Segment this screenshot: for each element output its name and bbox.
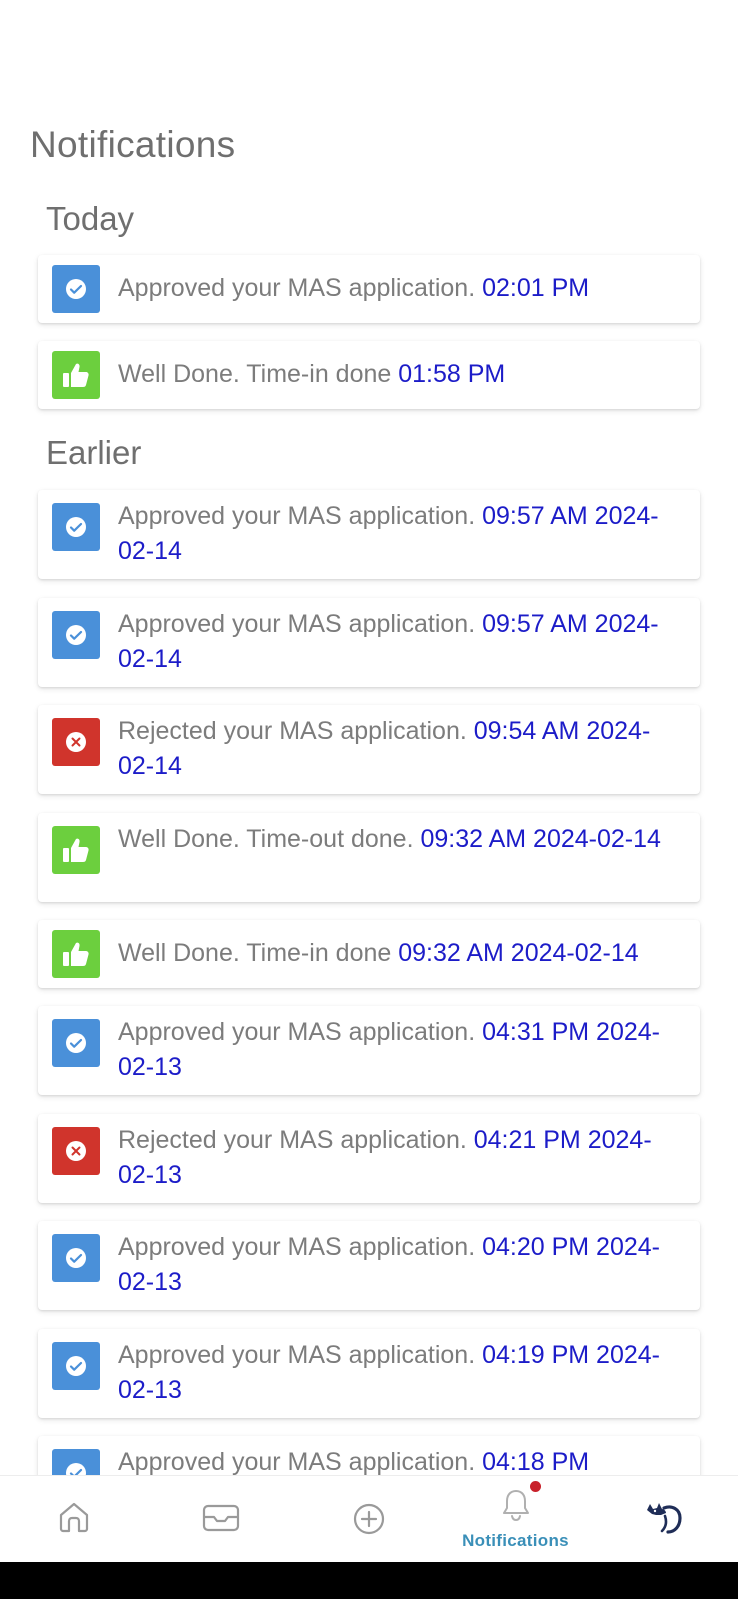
approved-icon — [52, 503, 100, 551]
page-title: Notifications — [30, 124, 236, 165]
approved-icon — [52, 1234, 100, 1282]
section-header-today: Today — [46, 200, 135, 237]
thumbs-up-icon — [52, 351, 100, 399]
notification-message: Approved your MAS application. — [118, 1448, 476, 1475]
home-icon — [59, 1502, 88, 1533]
notification-item[interactable]: Approved your MAS application. 09:57 AM … — [38, 490, 700, 579]
system-navigation-bar — [0, 1562, 738, 1599]
notification-message: Approved your MAS application. — [118, 274, 476, 302]
notification-item[interactable]: Approved your MAS application. 04:20 PM … — [38, 1221, 700, 1310]
notification-message: Approved your MAS application. — [118, 1018, 476, 1046]
rejected-icon — [52, 1127, 100, 1175]
notification-time: 09:32 AM 2024-02-14 — [420, 825, 661, 853]
notification-message: Approved your MAS application. — [118, 1341, 476, 1369]
approved-icon — [52, 265, 100, 313]
bell-icon — [502, 1490, 529, 1522]
notification-message: Approved your MAS application. — [118, 1233, 476, 1261]
notification-message: Rejected your MAS application. — [118, 1126, 467, 1154]
approved-icon — [52, 611, 100, 659]
notification-item[interactable]: Well Done. Time-out done. 09:32 AM 2024-… — [38, 813, 700, 902]
notification-item[interactable]: Well Done. Time-in done 01:58 PM — [38, 341, 700, 409]
envelope-icon — [202, 1504, 239, 1532]
section-header-earlier: Earlier — [46, 434, 142, 471]
thumbs-up-icon — [52, 930, 100, 978]
notification-item[interactable]: Well Done. Time-in done 09:32 AM 2024-02… — [38, 920, 700, 988]
notification-item[interactable]: Approved your MAS application. 04:31 PM … — [38, 1006, 700, 1095]
approved-icon — [52, 1342, 100, 1390]
notification-time: 09:32 AM 2024-02-14 — [398, 939, 639, 967]
nav-notifications-label: Notifications — [462, 1531, 569, 1550]
notification-message: Well Done. Time-out done. — [118, 825, 414, 853]
rejected-icon — [52, 718, 100, 766]
notification-message: Rejected your MAS application. — [118, 717, 467, 745]
cat-avatar-icon — [646, 1503, 682, 1534]
thumbs-up-icon — [52, 826, 100, 874]
notification-message: Well Done. Time-in done — [118, 939, 392, 967]
nav-add[interactable] — [295, 1476, 442, 1563]
notification-time: 01:58 PM — [398, 360, 506, 388]
notification-item[interactable]: Approved your MAS application. 04:18 PM — [38, 1436, 700, 1475]
notification-time: 04:18 PM — [482, 1448, 590, 1475]
notification-message: Approved your MAS application. — [118, 502, 476, 530]
notification-item[interactable]: Approved your MAS application. 09:57 AM … — [38, 598, 700, 687]
nav-profile[interactable] — [590, 1476, 737, 1563]
notification-item[interactable]: Approved your MAS application. 02:01 PM — [38, 255, 700, 323]
bottom-navigation: Notifications — [0, 1475, 738, 1562]
notification-list[interactable]: Notifications Today Approved your MAS ap… — [0, 0, 738, 1475]
unread-badge — [530, 1481, 541, 1492]
notification-item[interactable]: Rejected your MAS application. 04:21 PM … — [38, 1114, 700, 1203]
notification-item[interactable]: Approved your MAS application. 04:19 PM … — [38, 1329, 700, 1418]
nav-messages[interactable] — [147, 1476, 294, 1563]
add-circle-icon — [353, 1503, 384, 1535]
notification-message: Approved your MAS application. — [118, 610, 476, 638]
nav-notifications[interactable]: Notifications — [442, 1476, 589, 1563]
notification-time: 02:01 PM — [482, 274, 590, 302]
notification-item[interactable]: Rejected your MAS application. 09:54 AM … — [38, 705, 700, 794]
nav-home[interactable] — [0, 1476, 147, 1563]
approved-icon — [52, 1019, 100, 1067]
notification-message: Well Done. Time-in done — [118, 360, 392, 388]
approved-icon — [52, 1449, 100, 1475]
